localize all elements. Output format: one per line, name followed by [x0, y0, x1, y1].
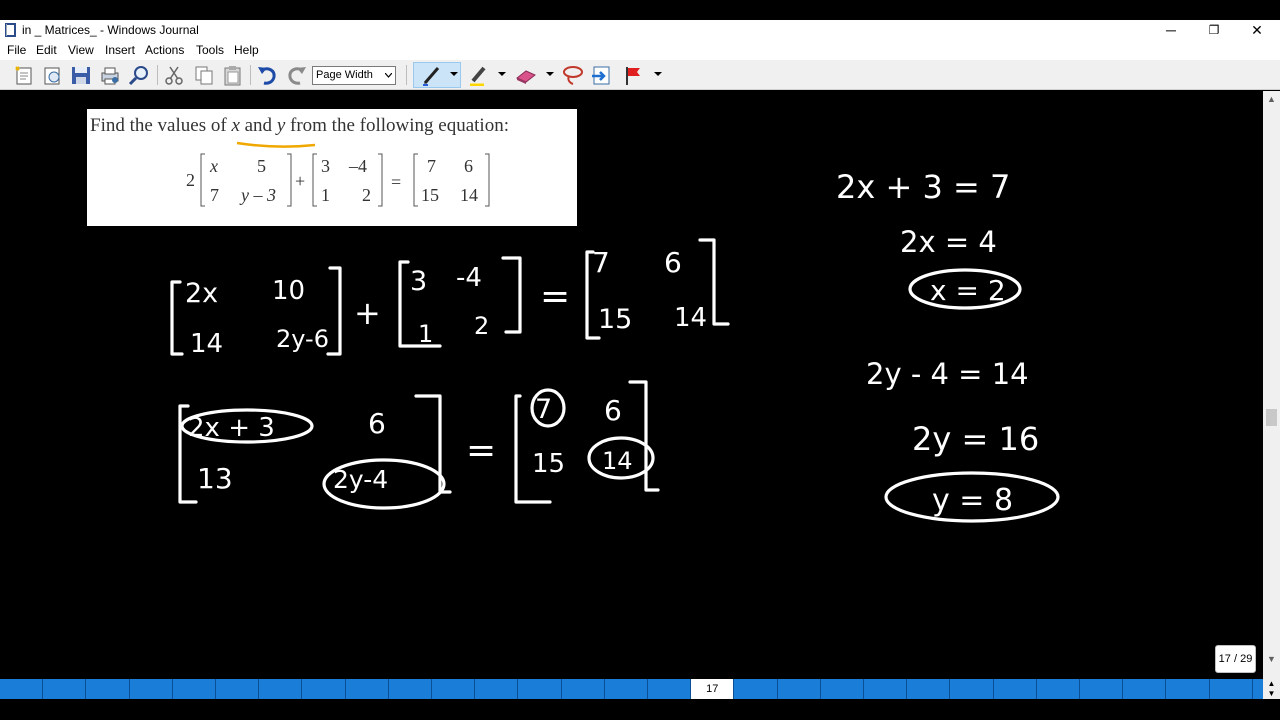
ink-cell: 6 — [664, 246, 682, 279]
page-nav-icon[interactable]: ▲ ▼ — [1263, 679, 1280, 699]
ink-layer: 2x 10 14 2y-6 + 3 -4 1 2 = 7 6 15 14 2x … — [170, 168, 1060, 523]
ink-cell: 6 — [604, 394, 622, 427]
ink-cell: 2 — [474, 312, 489, 340]
page-tab[interactable] — [346, 679, 389, 699]
ink-cell: -4 — [456, 263, 482, 293]
page-tab[interactable] — [648, 679, 692, 699]
page-tab[interactable] — [1080, 679, 1124, 699]
page-tab[interactable] — [734, 679, 778, 699]
page-indicator: 17 / 29 — [1215, 645, 1256, 673]
page-tab[interactable] — [259, 679, 303, 699]
ink-cell: 3 — [410, 266, 427, 297]
page-tab[interactable] — [518, 679, 562, 699]
ink-cell: 2x + 3 — [188, 413, 275, 443]
page-tab[interactable] — [389, 679, 432, 699]
ink-cell: 14 — [602, 447, 633, 475]
ink-equation: 2x = 4 — [900, 225, 997, 259]
ink-cell: 13 — [197, 462, 233, 495]
scroll-down-icon[interactable]: ▼ — [1263, 651, 1280, 668]
page-tab[interactable] — [1037, 679, 1080, 699]
ink-cell: 2y-6 — [276, 325, 329, 353]
ink-cell: 6 — [368, 407, 386, 440]
ink-equation: 2y = 16 — [912, 420, 1039, 458]
ink-cell: 2y-4 — [333, 465, 388, 494]
page-tab[interactable] — [86, 679, 130, 699]
ink-equals: = — [466, 430, 496, 471]
ink-bracket — [628, 380, 660, 492]
ink-bracket — [326, 266, 342, 356]
page-tab[interactable] — [130, 679, 173, 699]
page-tab[interactable] — [1210, 679, 1253, 699]
ink-equation: 2y - 4 = 14 — [866, 357, 1029, 391]
vertical-scrollbar[interactable]: ▲ ▼ — [1263, 91, 1280, 679]
windows-journal-app: in _ Matrices_ - Windows Journal ─ ❐ ✕ F… — [0, 0, 1280, 720]
ink-bracket — [414, 394, 452, 494]
scroll-thumb[interactable] — [1266, 409, 1277, 426]
ink-answer-y: y = 8 — [932, 483, 1013, 518]
page-tab[interactable] — [173, 679, 216, 699]
page-tab[interactable] — [994, 679, 1037, 699]
ink-cell: 14 — [674, 303, 707, 333]
page-tab[interactable] — [0, 679, 44, 699]
page-tab[interactable] — [216, 679, 260, 699]
ink-answer-x: x = 2 — [930, 274, 1006, 307]
ink-cell: 7 — [535, 394, 552, 425]
scroll-up-icon[interactable]: ▲ — [1263, 91, 1280, 108]
ink-cell: 10 — [272, 276, 305, 306]
page-tab-current[interactable]: 17 — [691, 679, 735, 699]
page-tab[interactable] — [864, 679, 908, 699]
ink-cell: 1 — [418, 320, 433, 348]
page-tab[interactable] — [1166, 679, 1210, 699]
ink-equals: = — [540, 276, 570, 317]
page-tab[interactable] — [475, 679, 519, 699]
page-tab[interactable] — [302, 679, 346, 699]
ink-bracket — [501, 256, 522, 334]
ink-equation: 2x + 3 = 7 — [836, 168, 1010, 206]
ink-plus: + — [354, 294, 381, 332]
ink-cell: 15 — [598, 304, 632, 335]
ink-cell: 7 — [592, 246, 610, 279]
ink-cell: 2x — [185, 278, 218, 309]
page-tab[interactable] — [950, 679, 994, 699]
page-tab[interactable] — [821, 679, 864, 699]
ink-cell: 14 — [190, 329, 223, 359]
page-tab[interactable] — [1123, 679, 1167, 699]
page-tab[interactable] — [43, 679, 87, 699]
page-tabs-bar: 17 — [0, 679, 1263, 699]
page-tab[interactable] — [907, 679, 951, 699]
page-tab[interactable] — [562, 679, 605, 699]
ink-bracket — [170, 280, 184, 356]
screen-bottom — [0, 699, 1280, 720]
page-tab[interactable] — [778, 679, 821, 699]
ink-cell: 15 — [532, 449, 565, 479]
page-tab[interactable] — [432, 679, 476, 699]
page-tab[interactable] — [605, 679, 648, 699]
